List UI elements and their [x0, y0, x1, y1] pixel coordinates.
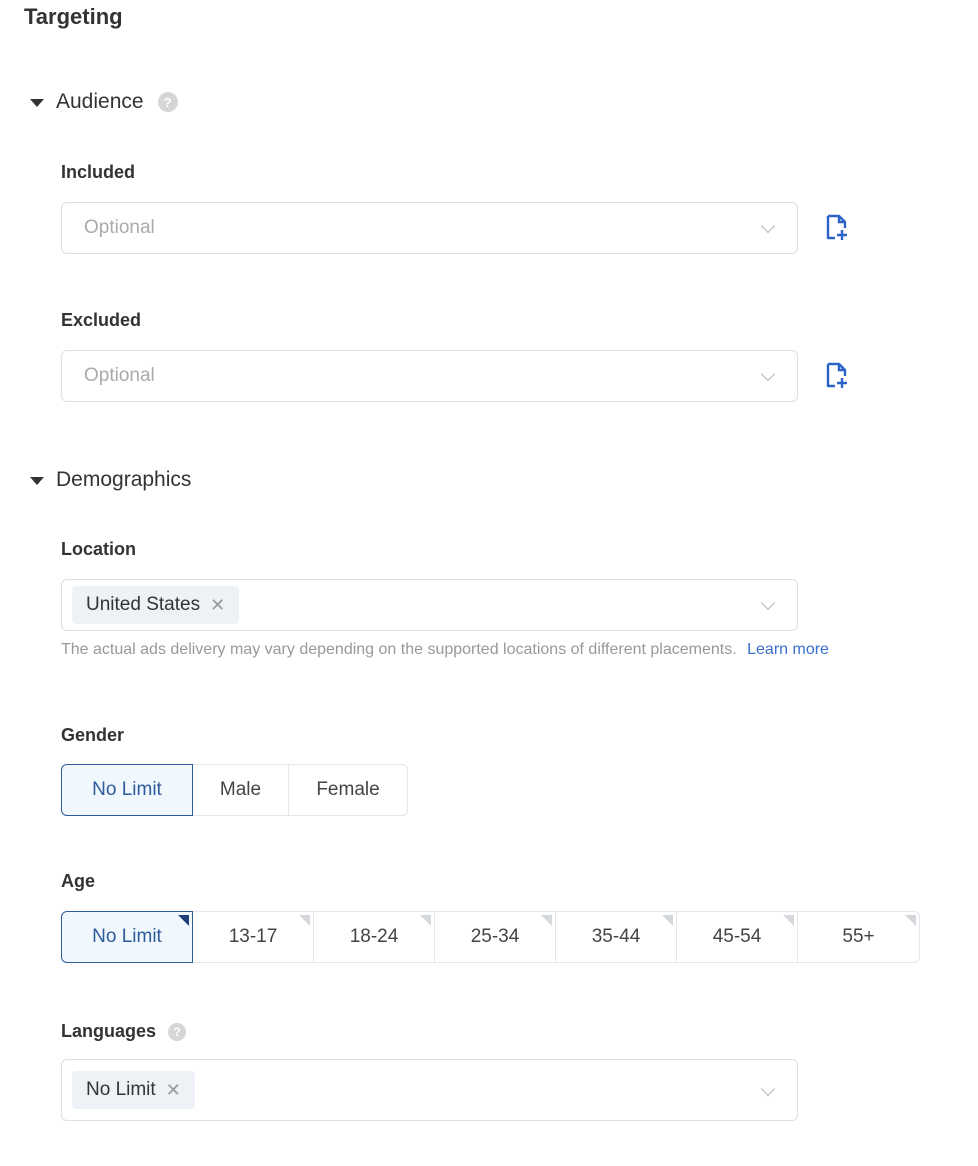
languages-label: Languages ? — [61, 1021, 187, 1042]
chevron-down-icon — [760, 366, 776, 382]
age-option-label: 45-54 — [712, 926, 762, 947]
included-select[interactable]: Optional — [61, 202, 798, 254]
age-option-13-17[interactable]: 13-17 — [193, 911, 314, 963]
excluded-placeholder: Optional — [84, 365, 155, 386]
gender-option-female[interactable]: Female — [289, 764, 408, 816]
location-hint-text: The actual ads delivery may vary dependi… — [61, 641, 737, 658]
included-label: Included — [61, 162, 136, 182]
corner-marker-icon — [783, 915, 794, 926]
chevron-down-icon — [760, 595, 776, 611]
age-option-label: 13-17 — [228, 926, 278, 947]
corner-marker-icon — [299, 915, 310, 926]
chevron-down-icon — [760, 218, 776, 234]
age-option-25-34[interactable]: 25-34 — [435, 911, 556, 963]
age-label: Age — [61, 871, 96, 891]
file-add-icon[interactable] — [825, 362, 849, 390]
age-option-label: No Limit — [92, 926, 162, 947]
age-option-label: 55+ — [842, 926, 875, 947]
demographics-section-toggle[interactable]: Demographics — [30, 468, 191, 492]
corner-marker-icon — [420, 915, 431, 926]
age-option-no-limit[interactable]: No Limit — [61, 911, 193, 963]
close-icon[interactable]: ✕ — [166, 1080, 181, 1101]
caret-down-icon — [30, 99, 44, 107]
age-option-label: 35-44 — [591, 926, 641, 947]
age-option-35-44[interactable]: 35-44 — [556, 911, 677, 963]
languages-tag: No Limit ✕ — [72, 1071, 195, 1109]
gender-option-male[interactable]: Male — [193, 764, 289, 816]
age-option-label: 18-24 — [349, 926, 399, 947]
gender-segmented-control: No Limit Male Female — [61, 764, 408, 816]
corner-marker-icon — [178, 915, 189, 926]
close-icon[interactable]: ✕ — [210, 595, 225, 616]
age-segmented-control: No Limit 13-17 18-24 25-34 35-44 45-54 5… — [61, 911, 920, 963]
age-option-45-54[interactable]: 45-54 — [677, 911, 798, 963]
audience-section-toggle[interactable]: Audience ? — [30, 90, 178, 114]
languages-label-text: Languages — [61, 1021, 157, 1041]
included-placeholder: Optional — [84, 217, 155, 238]
question-circle-icon[interactable]: ? — [157, 92, 178, 112]
gender-option-no-limit[interactable]: No Limit — [61, 764, 193, 816]
learn-more-link[interactable]: Learn more — [747, 641, 829, 658]
age-option-label: 25-34 — [470, 926, 520, 947]
question-circle-icon[interactable]: ? — [168, 1022, 187, 1041]
corner-marker-icon — [905, 915, 916, 926]
location-select[interactable]: United States ✕ — [61, 579, 798, 631]
gender-label: Gender — [61, 725, 125, 745]
excluded-label: Excluded — [61, 310, 142, 330]
age-option-18-24[interactable]: 18-24 — [314, 911, 435, 963]
demographics-header: Demographics — [56, 468, 192, 491]
languages-tag-label: No Limit — [86, 1079, 156, 1100]
chevron-down-icon — [760, 1081, 776, 1097]
excluded-select[interactable]: Optional — [61, 350, 798, 402]
corner-marker-icon — [541, 915, 552, 926]
corner-marker-icon — [662, 915, 673, 926]
location-hint: The actual ads delivery may vary dependi… — [61, 641, 829, 659]
caret-down-icon — [30, 477, 44, 485]
age-option-55-plus[interactable]: 55+ — [798, 911, 920, 963]
location-label: Location — [61, 539, 136, 559]
languages-select[interactable]: No Limit ✕ — [61, 1059, 798, 1121]
page-title: Targeting — [24, 4, 123, 29]
location-tag-label: United States — [86, 594, 201, 615]
location-tag: United States ✕ — [72, 586, 240, 624]
file-add-icon[interactable] — [825, 214, 849, 242]
audience-header: Audience — [56, 90, 144, 113]
